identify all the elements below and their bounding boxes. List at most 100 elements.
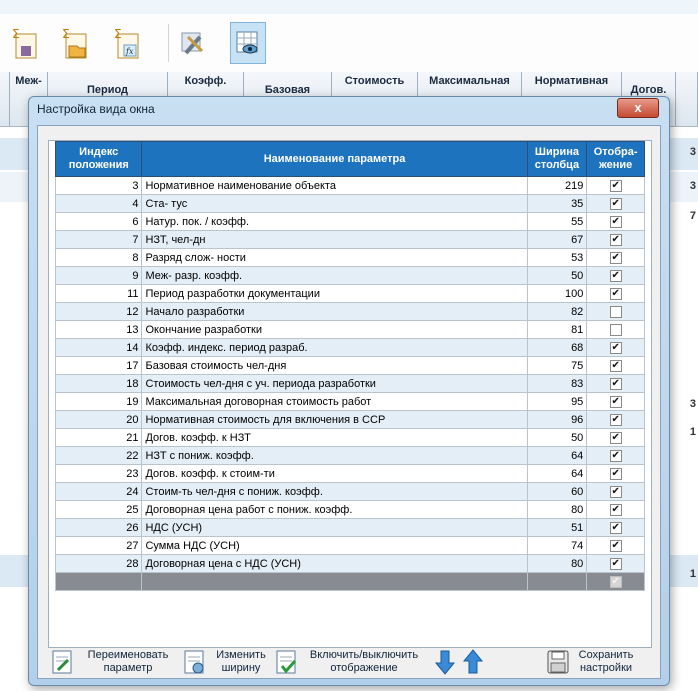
- table-row[interactable]: 20 Нормативная стоимость для включения в …: [54, 410, 645, 429]
- save-settings-button[interactable]: Сохранить настройки: [546, 642, 638, 682]
- row-parameter-name[interactable]: Окончание разработки: [141, 320, 528, 339]
- row-parameter-name[interactable]: Договорная цена с НДС (УСН): [141, 554, 528, 573]
- sigma-folder-icon[interactable]: Σ: [58, 24, 92, 62]
- table-row[interactable]: 25 Договорная цена работ с пониж. коэфф. 8…: [54, 500, 645, 519]
- row-parameter-name[interactable]: Натур. пок. / коэфф.: [141, 212, 528, 231]
- table-row[interactable]: 8 Разряд слож- ности 53 ✔: [54, 248, 645, 267]
- display-checkbox[interactable]: ✔: [609, 521, 622, 534]
- table-row[interactable]: 19 Максимальная договорная стоимость рабо…: [54, 392, 645, 411]
- row-parameter-name[interactable]: Ста- тус: [141, 194, 528, 213]
- row-column-width[interactable]: 55: [526, 212, 588, 231]
- row-parameter-name[interactable]: Догов. коэфф. к НЗТ: [141, 428, 528, 447]
- row-column-width[interactable]: 95: [526, 392, 588, 411]
- close-button[interactable]: x: [617, 98, 659, 118]
- row-parameter-name[interactable]: НЗТ с пониж. коэфф.: [141, 446, 528, 465]
- row-parameter-name[interactable]: Разряд слож- ности: [141, 248, 528, 267]
- header-index[interactable]: Индекс положения: [54, 141, 143, 177]
- move-up-button[interactable]: [462, 642, 488, 682]
- header-name[interactable]: Наименование параметра: [141, 141, 528, 177]
- row-column-width[interactable]: 64: [526, 446, 588, 465]
- row-column-width[interactable]: 80: [526, 554, 588, 573]
- row-column-width[interactable]: 67: [526, 230, 588, 249]
- row-parameter-name[interactable]: Максимальная договорная стоимость работ: [141, 392, 528, 411]
- row-column-width[interactable]: 96: [526, 410, 588, 429]
- row-column-width[interactable]: 219: [526, 176, 588, 195]
- row-column-width[interactable]: 100: [526, 284, 588, 303]
- table-row[interactable]: 13 Окончание разработки 81: [54, 320, 645, 339]
- display-checkbox[interactable]: ✔: [609, 557, 622, 570]
- table-row[interactable]: 27 Сумма НДС (УСН) 74 ✔: [54, 536, 645, 555]
- display-checkbox[interactable]: ✔: [609, 503, 622, 516]
- row-parameter-name[interactable]: Нормативная стоимость для включения в СС…: [141, 410, 528, 429]
- display-checkbox[interactable]: ✔: [609, 359, 622, 372]
- display-checkbox[interactable]: ✔: [609, 413, 622, 426]
- display-checkbox[interactable]: ✔: [609, 269, 622, 282]
- rename-parameter-button[interactable]: Переименовать параметр: [50, 642, 176, 682]
- row-column-width[interactable]: 35: [526, 194, 588, 213]
- display-checkbox[interactable]: ✔: [609, 431, 622, 444]
- table-row[interactable]: 12 Начало разработки 82: [54, 302, 645, 321]
- row-column-width[interactable]: 53: [526, 248, 588, 267]
- row-parameter-name[interactable]: Коэфф. индекс. период разраб.: [141, 338, 528, 357]
- row-parameter-name[interactable]: Стоимость чел-дня с уч. периода разработ…: [141, 374, 528, 393]
- display-checkbox[interactable]: ✔: [609, 485, 622, 498]
- table-row[interactable]: 23 Догов. коэфф. к стоим-ти 64 ✔: [54, 464, 645, 483]
- display-checkbox[interactable]: ✔: [609, 215, 622, 228]
- row-parameter-name[interactable]: Сумма НДС (УСН): [141, 536, 528, 555]
- move-down-button[interactable]: [434, 642, 460, 682]
- row-column-width[interactable]: 75: [526, 356, 588, 375]
- header-width[interactable]: Ширина столбца: [526, 141, 588, 177]
- row-parameter-name[interactable]: Договорная цена работ с пониж. коэфф.: [141, 500, 528, 519]
- display-checkbox[interactable]: ✔: [609, 539, 622, 552]
- display-checkbox[interactable]: ✔: [609, 449, 622, 462]
- table-row[interactable]: 24 Стоим-ть чел-дня с пониж. коэфф. 60 ✔: [54, 482, 645, 501]
- row-column-width[interactable]: 50: [526, 266, 588, 285]
- display-checkbox[interactable]: [609, 323, 622, 336]
- view-settings-icon[interactable]: [230, 22, 266, 64]
- row-parameter-name[interactable]: НДС (УСН): [141, 518, 528, 537]
- table-row[interactable]: 4 Ста- тус 35 ✔: [54, 194, 645, 213]
- header-display[interactable]: Отобра-жение: [586, 141, 645, 177]
- table-row[interactable]: 18 Стоимость чел-дня с уч. периода разраб…: [54, 374, 645, 393]
- table-row[interactable]: 11 Период разработки документации 100 ✔: [54, 284, 645, 303]
- row-column-width[interactable]: 60: [526, 482, 588, 501]
- row-parameter-name[interactable]: Догов. коэфф. к стоим-ти: [141, 464, 528, 483]
- row-column-width[interactable]: 51: [526, 518, 588, 537]
- change-width-button[interactable]: Изменить ширину: [182, 642, 270, 682]
- table-row[interactable]: 26 НДС (УСН) 51 ✔: [54, 518, 645, 537]
- table-row[interactable]: 7 НЗТ, чел-дн 67 ✔: [54, 230, 645, 249]
- table-row[interactable]: 21 Догов. коэфф. к НЗТ 50 ✔: [54, 428, 645, 447]
- row-column-width[interactable]: 64: [526, 464, 588, 483]
- table-row[interactable]: 17 Базовая стоимость чел-дня 75 ✔: [54, 356, 645, 375]
- table-row[interactable]: 3 Нормативное наименование объекта 219 ✔: [54, 176, 645, 195]
- row-parameter-name[interactable]: НЗТ, чел-дн: [141, 230, 528, 249]
- table-row[interactable]: 9 Меж- разр. коэфф. 50 ✔: [54, 266, 645, 285]
- toggle-display-button[interactable]: Включить/выключить отображение: [274, 642, 424, 682]
- display-checkbox[interactable]: ✔: [609, 377, 622, 390]
- row-column-width[interactable]: 82: [526, 302, 588, 321]
- table-row[interactable]: 6 Натур. пок. / коэфф. 55 ✔: [54, 212, 645, 231]
- row-column-width[interactable]: 74: [526, 536, 588, 555]
- row-parameter-name[interactable]: Начало разработки: [141, 302, 528, 321]
- tools-icon[interactable]: [176, 24, 210, 62]
- row-column-width[interactable]: 50: [526, 428, 588, 447]
- display-checkbox[interactable]: ✔: [609, 287, 622, 300]
- row-column-width[interactable]: 68: [526, 338, 588, 357]
- row-parameter-name[interactable]: Период разработки документации: [141, 284, 528, 303]
- display-checkbox[interactable]: ✔: [609, 233, 622, 246]
- sigma-formula-icon[interactable]: Σfx: [110, 24, 144, 62]
- row-parameter-name[interactable]: Нормативное наименование объекта: [141, 176, 528, 195]
- table-row[interactable]: 14 Коэфф. индекс. период разраб. 68 ✔: [54, 338, 645, 357]
- display-checkbox[interactable]: ✔: [609, 197, 622, 210]
- row-parameter-name[interactable]: Стоим-ть чел-дня с пониж. коэфф.: [141, 482, 528, 501]
- display-checkbox[interactable]: ✔: [609, 179, 622, 192]
- sigma-save-icon[interactable]: Σ: [8, 24, 42, 62]
- row-column-width[interactable]: 80: [526, 500, 588, 519]
- table-row[interactable]: 22 НЗТ с пониж. коэфф. 64 ✔: [54, 446, 645, 465]
- row-column-width[interactable]: 81: [526, 320, 588, 339]
- display-checkbox[interactable]: ✔: [609, 395, 622, 408]
- row-column-width[interactable]: 83: [526, 374, 588, 393]
- table-row[interactable]: 28 Договорная цена с НДС (УСН) 80 ✔: [54, 554, 645, 573]
- row-parameter-name[interactable]: Меж- разр. коэфф.: [141, 266, 528, 285]
- display-checkbox[interactable]: ✔: [609, 341, 622, 354]
